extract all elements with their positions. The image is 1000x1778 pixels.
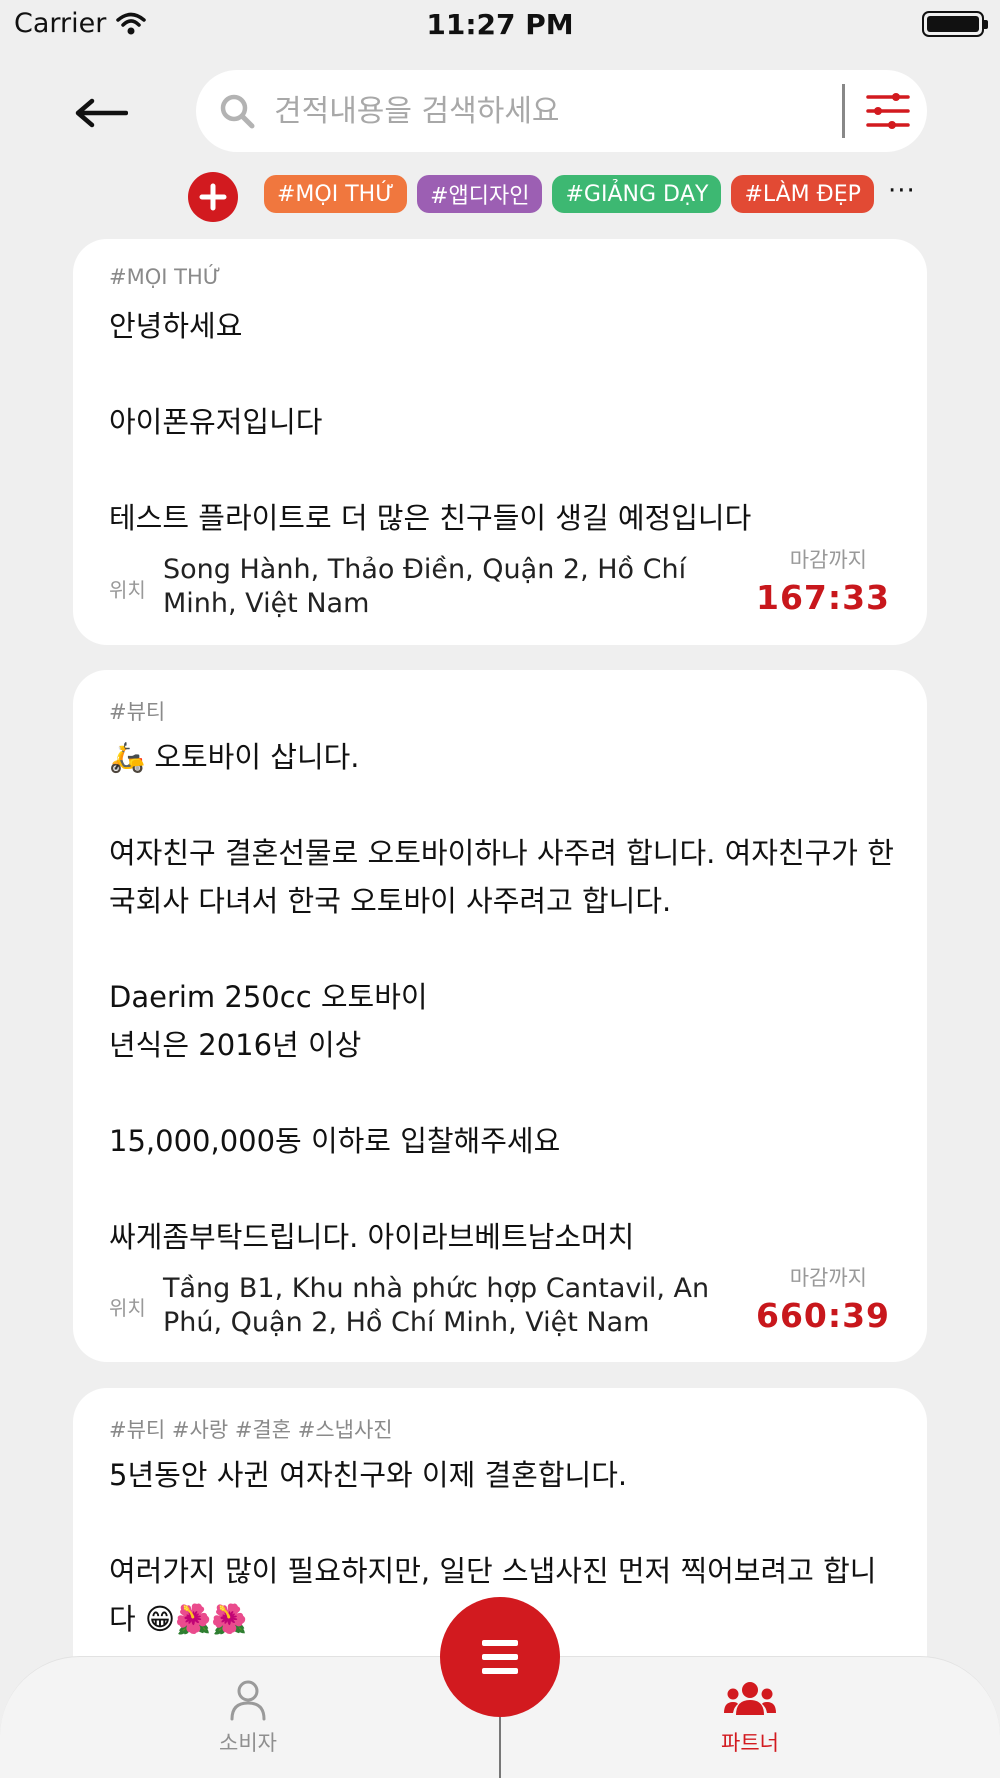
deadline-label: 마감까지 bbox=[789, 548, 867, 572]
request-card[interactable]: #뷰티 🛵 오토바이 삽니다. 여자친구 결혼선물로 오토바이하나 사주려 합니… bbox=[73, 670, 927, 1362]
tab-partner[interactable]: 파트너 bbox=[650, 1679, 850, 1757]
deadline-label: 마감까지 bbox=[789, 1266, 867, 1290]
search-input[interactable] bbox=[274, 84, 834, 138]
location-text: Song Hành, Thảo Điền, Quận 2, Hồ Chí Min… bbox=[163, 554, 687, 619]
back-button[interactable] bbox=[66, 80, 136, 146]
tab-consumer[interactable]: 소비자 bbox=[148, 1679, 348, 1757]
card-body: 🛵 오토바이 삽니다. 여자친구 결혼선물로 오토바이하나 사주려 합니다. 여… bbox=[109, 740, 894, 1254]
card-tags: #MỌI THỨ bbox=[109, 265, 221, 289]
filter-button[interactable] bbox=[856, 82, 916, 140]
sliders-icon bbox=[866, 93, 910, 129]
card-tags: #뷰티 bbox=[109, 700, 166, 724]
request-card[interactable]: #MỌI THỨ 안녕하세요 아이폰유저입니다 테스트 플라이트로 더 많은 친… bbox=[73, 239, 927, 645]
location-label: 위치 bbox=[109, 1296, 146, 1320]
search-icon bbox=[220, 94, 255, 129]
category-chip[interactable]: #MỌI THỨ bbox=[264, 175, 408, 213]
search-bar bbox=[196, 70, 927, 152]
category-chip[interactable]: #LÀM ĐẸP bbox=[731, 175, 874, 213]
tab-partner-label: 파트너 bbox=[721, 1731, 779, 1755]
category-chip[interactable]: #앱디자인 bbox=[417, 175, 543, 213]
battery-icon bbox=[922, 11, 988, 37]
card-body: 안녕하세요 아이폰유저입니다 테스트 플라이트로 더 많은 친구들이 생길 예정… bbox=[109, 309, 752, 535]
deadline-value: 167:33 bbox=[755, 578, 890, 617]
status-bar: Carrier 11:27 PM bbox=[0, 0, 1000, 50]
deadline-value: 660:39 bbox=[755, 1296, 890, 1335]
menu-lines-icon bbox=[482, 1640, 518, 1674]
status-time: 11:27 PM bbox=[426, 8, 574, 41]
category-chip[interactable]: #GIẢNG DẠY bbox=[552, 175, 722, 213]
tab-consumer-label: 소비자 bbox=[219, 1731, 277, 1755]
menu-fab-button[interactable] bbox=[440, 1597, 560, 1717]
person-icon bbox=[230, 1680, 266, 1721]
plus-icon bbox=[199, 183, 227, 211]
people-group-icon bbox=[724, 1682, 776, 1715]
location-label: 위치 bbox=[109, 578, 146, 602]
add-category-button[interactable] bbox=[188, 172, 238, 222]
category-chips: #MỌI THỨ #앱디자인 #GIẢNG DẠY #LÀM ĐẸP bbox=[264, 175, 874, 213]
location-text: Tầng B1, Khu nhà phức hợp Cantavil, An P… bbox=[163, 1273, 710, 1338]
card-tags: #뷰티 #사랑 #결혼 #스냅사진 bbox=[109, 1418, 393, 1442]
more-categories-button[interactable]: ··· bbox=[888, 176, 916, 206]
arrow-left-icon bbox=[75, 98, 128, 128]
search-divider bbox=[842, 84, 845, 138]
